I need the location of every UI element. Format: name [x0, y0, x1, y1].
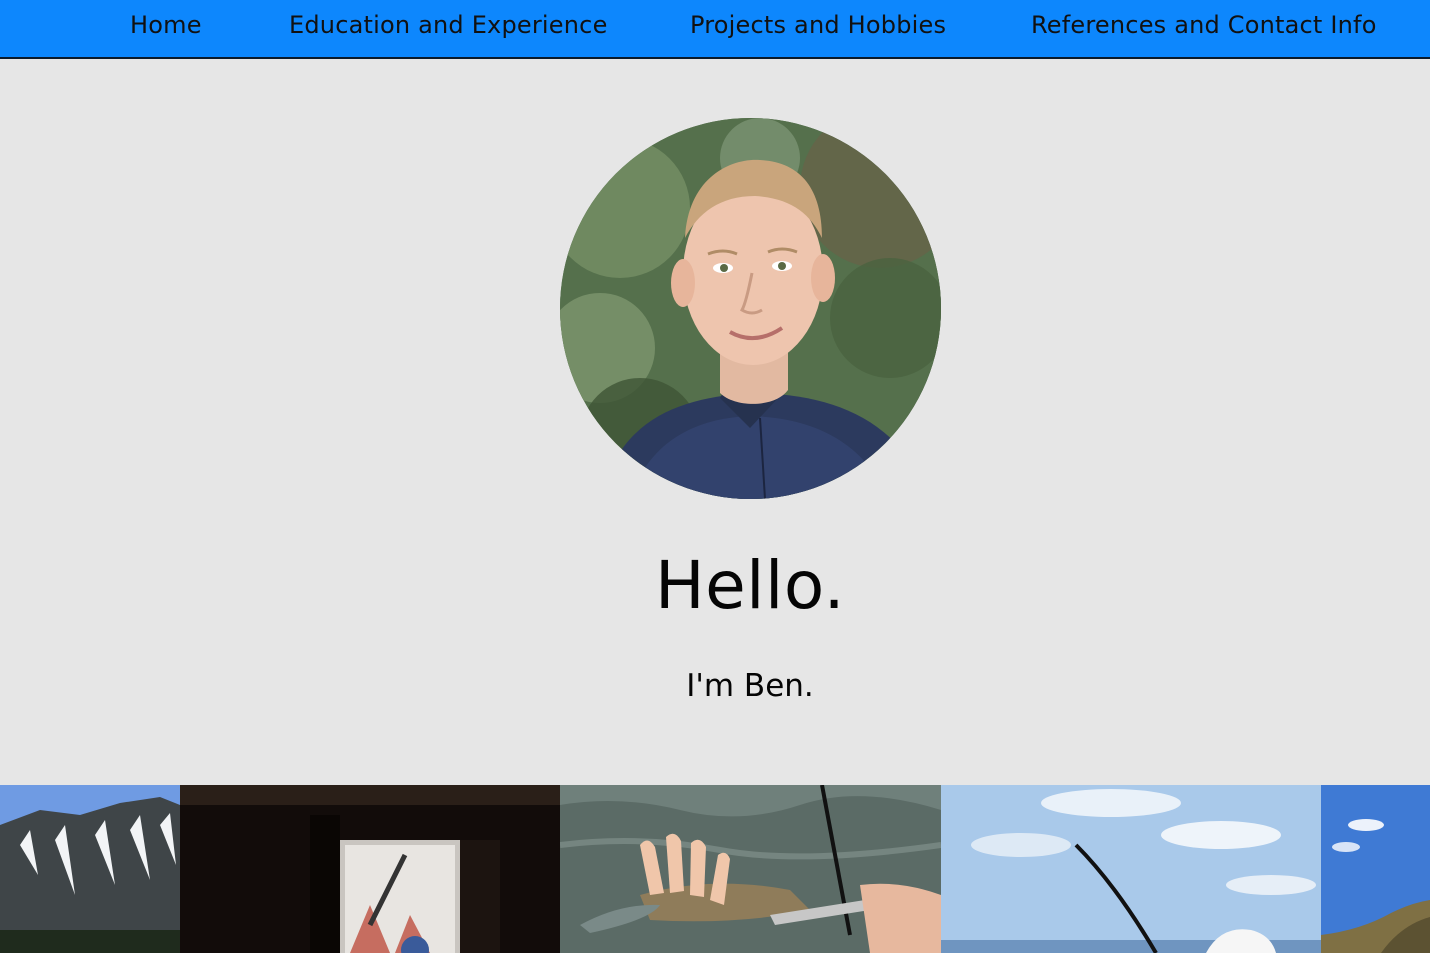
- nav-link-home[interactable]: Home: [130, 0, 202, 50]
- gallery-photo-coast[interactable]: [1321, 785, 1430, 953]
- gallery-photo-trout-catch[interactable]: [560, 785, 941, 953]
- gallery-photo-mountain[interactable]: [0, 785, 180, 953]
- intro-text: I'm Ben.: [686, 668, 814, 704]
- gallery-photo-sea-fishing[interactable]: [941, 785, 1321, 953]
- nav-link-projects-hobbies[interactable]: Projects and Hobbies: [690, 0, 946, 50]
- nav-link-references-contact[interactable]: References and Contact Info: [1031, 0, 1377, 50]
- gallery-photo-barn-door[interactable]: [180, 785, 560, 953]
- profile-photo: [560, 118, 941, 499]
- top-navbar: Home Education and Experience Projects a…: [0, 0, 1430, 59]
- photo-gallery-strip: [0, 785, 1430, 953]
- nav-link-education-experience[interactable]: Education and Experience: [289, 0, 608, 50]
- greeting-heading: Hello.: [654, 547, 846, 624]
